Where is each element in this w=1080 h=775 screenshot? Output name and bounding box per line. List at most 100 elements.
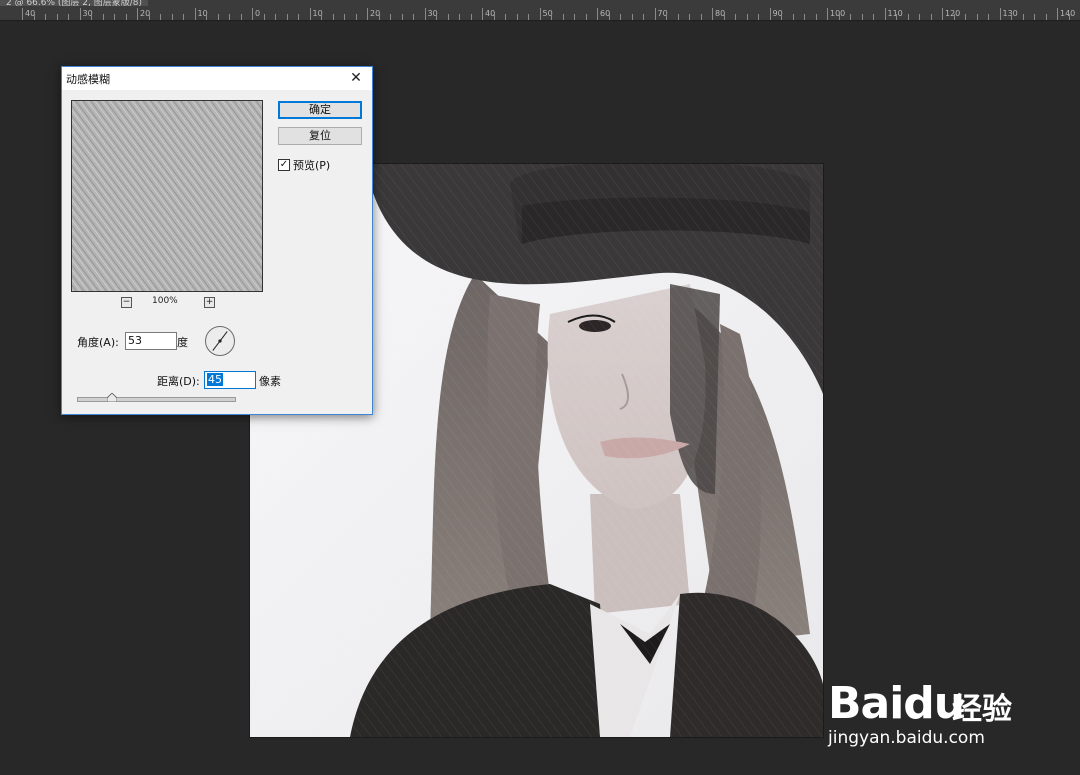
ruler-minor-tick [666, 14, 667, 20]
ruler-major-tick [712, 8, 713, 20]
ruler-minor-tick [988, 14, 989, 20]
ruler-minor-tick [183, 14, 184, 20]
ruler-minor-tick [689, 14, 690, 20]
angle-input[interactable]: 53 [125, 332, 177, 350]
ruler-minor-tick [574, 14, 575, 20]
ruler-minor-tick [160, 14, 161, 20]
ruler-minor-tick [45, 14, 46, 20]
ruler-minor-tick [436, 14, 437, 20]
ruler-major-tick [424, 8, 426, 20]
motion-blur-dialog: 动感模糊 ✕ − 100% + 确定 复位 ✓ 预览(P) 角度(A): 53 … [61, 66, 373, 415]
horizontal-ruler[interactable]: 4030201001020304050607080901001101201301… [0, 6, 1080, 20]
ruler-minor-tick [758, 14, 759, 20]
ruler-minor-tick [206, 14, 207, 20]
angle-unit: 度 [177, 336, 188, 349]
ruler-minor-tick [1034, 14, 1035, 20]
filter-preview[interactable] [71, 100, 263, 292]
ruler-minor-tick [551, 14, 552, 20]
ruler-minor-tick [56, 14, 58, 20]
ruler-minor-tick [286, 14, 288, 20]
ruler-major-tick [22, 8, 23, 20]
ruler-major-tick [539, 8, 541, 20]
ruler-minor-tick [275, 14, 276, 20]
ruler-minor-tick [459, 14, 460, 20]
ruler-minor-tick [355, 14, 357, 20]
reset-button[interactable]: 复位 [278, 127, 362, 145]
preview-texture [72, 101, 262, 291]
ruler-minor-tick [33, 14, 35, 20]
ruler-minor-tick [401, 14, 403, 20]
close-icon[interactable]: ✕ [346, 69, 366, 87]
ruler-major-tick [252, 8, 253, 20]
ruler-minor-tick [229, 14, 230, 20]
ruler-minor-tick [528, 14, 529, 20]
zoom-in-button[interactable]: + [204, 297, 215, 308]
top-ruler-bar: 2 @ 66.6% (图层 2, 图层蒙版/8) 40 30 20 10 0 10 20 30… [0, 0, 1080, 21]
ruler-minor-tick [171, 14, 173, 20]
dialog-title: 动感模糊 [66, 73, 110, 86]
ruler-minor-tick [700, 14, 702, 20]
ruler-major-tick [654, 8, 656, 20]
ruler-minor-tick [263, 14, 265, 20]
ok-button[interactable]: 确定 [278, 101, 362, 119]
watermark-brand-cn: 经验 [952, 692, 1012, 727]
ruler-minor-tick [390, 14, 391, 20]
ruler-minor-tick [643, 14, 644, 20]
ruler-minor-tick [723, 14, 725, 20]
preview-checkbox[interactable]: ✓ 预览(P) [278, 157, 330, 173]
ruler-major-tick [79, 8, 81, 20]
ruler-minor-tick [873, 14, 874, 20]
ruler-minor-tick [631, 14, 633, 20]
ruler-minor-tick [470, 14, 472, 20]
watermark-brand: Baidu [828, 678, 965, 729]
ruler-minor-tick [344, 14, 345, 20]
ruler-minor-tick [505, 14, 506, 20]
ruler-tick-label: 0 [255, 9, 261, 18]
ruler-minor-tick [930, 14, 932, 20]
angle-label: 角度(A): [77, 336, 119, 349]
zoom-level: 100% [152, 296, 178, 306]
preview-checkbox-label: 预览(P) [293, 159, 331, 172]
ruler-minor-tick [838, 14, 840, 20]
ruler-major-tick [137, 8, 138, 20]
ruler-major-tick [827, 8, 828, 20]
angle-dial-icon[interactable] [204, 325, 236, 357]
ruler-minor-tick [1068, 14, 1070, 20]
ruler-minor-tick [815, 14, 817, 20]
ruler-minor-tick [677, 14, 679, 20]
watermark-url: jingyan.baidu.com [828, 728, 985, 748]
ruler-minor-tick [148, 14, 150, 20]
distance-value: 45 [207, 373, 223, 386]
distance-label: 距离(D): [157, 375, 200, 388]
ruler-major-tick [942, 8, 943, 20]
ruler-minor-tick [91, 14, 92, 20]
ruler-major-tick [999, 8, 1001, 20]
ruler-minor-tick [298, 14, 299, 20]
ruler-major-tick [597, 8, 598, 20]
ruler-minor-tick [321, 14, 322, 20]
checkbox-check-icon[interactable]: ✓ [278, 159, 290, 171]
ruler-minor-tick [413, 14, 414, 20]
ruler-major-tick [194, 8, 196, 20]
ruler-minor-tick [332, 14, 334, 20]
distance-unit: 像素 [259, 375, 281, 388]
distance-slider-track[interactable] [77, 397, 236, 402]
ruler-minor-tick [585, 14, 587, 20]
ruler-minor-tick [861, 14, 863, 20]
ruler-minor-tick [919, 14, 920, 20]
distance-slider-thumb[interactable] [107, 393, 118, 402]
ruler-minor-tick [516, 14, 518, 20]
ruler-minor-tick [735, 14, 736, 20]
zoom-out-button[interactable]: − [121, 297, 132, 308]
ruler-minor-tick [1011, 14, 1012, 20]
distance-input[interactable]: 45 [204, 371, 256, 389]
dialog-titlebar[interactable]: 动感模糊 ✕ [62, 67, 372, 90]
ruler-major-tick [769, 8, 771, 20]
ruler-minor-tick [804, 14, 805, 20]
ruler-major-tick [367, 8, 368, 20]
ruler-minor-tick [493, 14, 495, 20]
ruler-minor-tick [896, 14, 897, 20]
ruler-minor-tick [746, 14, 748, 20]
ruler-minor-tick [447, 14, 449, 20]
ruler-minor-tick [850, 14, 851, 20]
